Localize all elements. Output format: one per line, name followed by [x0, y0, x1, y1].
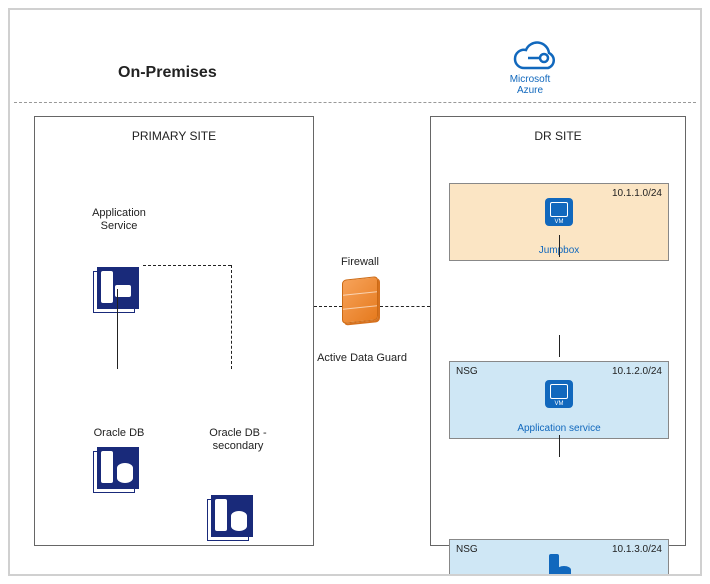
app-service-label: Application Service: [79, 207, 159, 233]
subnet-app-nsg: NSG: [456, 366, 478, 377]
jumpbox-vm-icon: [545, 198, 573, 226]
oracle-db-primary-label: Oracle DB: [79, 427, 159, 440]
conn-jumpbox-to-app: [559, 235, 560, 257]
subnet-app-label: Application service: [450, 423, 668, 434]
firewall-label: Firewall: [330, 256, 390, 269]
conn-app-to-db1: [117, 289, 118, 369]
subnet-standby-db: NSG 10.1.3.0/24 Standby - DB: [449, 539, 669, 576]
subnet-standby-nsg: NSG: [456, 544, 478, 555]
environment-divider: [14, 102, 696, 103]
oracle-db-secondary-icon: [207, 493, 255, 541]
oracle-db-primary-icon: [93, 445, 141, 493]
on-premises-heading: On-Premises: [118, 64, 217, 82]
conn-firewall-to-dr: [380, 306, 430, 307]
conn-primary-to-firewall: [314, 306, 342, 307]
azure-label: Microsoft Azure: [502, 74, 558, 96]
conn-app-to-standby: [559, 335, 560, 357]
firewall-icon: [342, 278, 378, 322]
subnet-app-service: NSG 10.1.2.0/24 Application service: [449, 361, 669, 439]
diagram-frame: On-Premises Microsoft Azure PRIMARY SITE…: [8, 8, 702, 576]
standby-db-icon: [545, 554, 573, 576]
primary-site-title: PRIMARY SITE: [35, 129, 313, 143]
subnet-standby-cidr: 10.1.3.0/24: [612, 544, 662, 555]
conn-app-to-db2-h: [143, 265, 231, 266]
active-data-guard-label: Active Data Guard: [314, 352, 410, 365]
subnet-app-cidr: 10.1.2.0/24: [612, 366, 662, 377]
dr-site-title: DR SITE: [431, 129, 685, 143]
dr-site-box: DR SITE 10.1.1.0/24 Jumpbox NSG 10.1.2.0…: [430, 116, 686, 546]
conn-app-to-db2-v: [231, 265, 232, 369]
conn-standby-to-vpn: [559, 435, 560, 457]
app-service-vm-icon: [545, 380, 573, 408]
primary-site-box: PRIMARY SITE Application Service Oracle …: [34, 116, 314, 546]
azure-cloud-icon: [504, 38, 564, 76]
oracle-db-secondary-label: Oracle DB - secondary: [193, 427, 283, 453]
subnet-jumpbox-cidr: 10.1.1.0/24: [612, 188, 662, 199]
